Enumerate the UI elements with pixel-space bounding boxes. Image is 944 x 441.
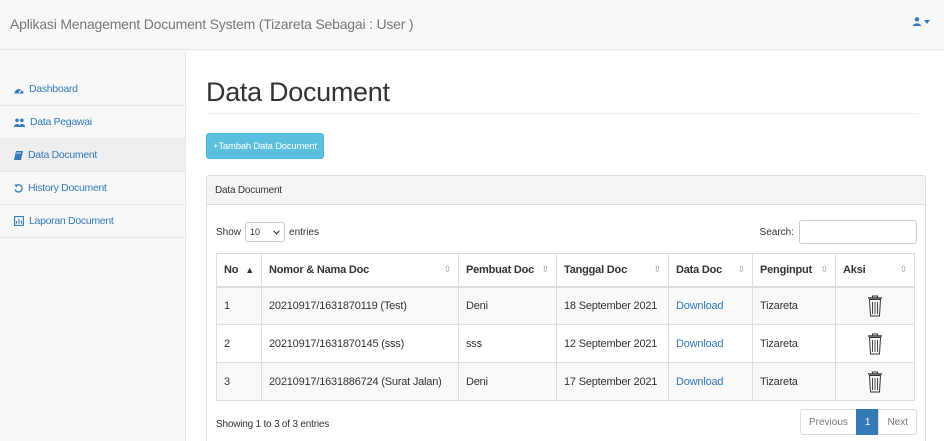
column-header-penginput[interactable]: Penginput ⇳: [752, 253, 836, 288]
sidebar-item-label: Dashboard: [29, 83, 78, 95]
sidebar-item-label: Data Pegawai: [30, 116, 92, 128]
page-title: Data Document: [206, 77, 390, 107]
cell-data-doc: Download: [668, 324, 753, 363]
cell-tanggal: 17 September 2021: [556, 362, 669, 401]
sort-icon: ⇳: [737, 264, 746, 275]
user-icon: [913, 17, 921, 26]
caret-down-icon: [924, 19, 930, 24]
cell-aksi: [835, 324, 915, 363]
entries-length-control: Show 10 entries: [216, 222, 319, 242]
table-row: 2 20210917/1631870145 (sss) sss 12 Septe…: [216, 324, 915, 363]
cell-tanggal: 18 September 2021: [556, 286, 669, 325]
cell-aksi: [835, 286, 915, 325]
trash-icon[interactable]: [867, 371, 883, 393]
title-divider: [206, 113, 919, 114]
app-title[interactable]: Aplikasi Menagement Document System (Tiz…: [10, 16, 414, 32]
entries-select-value: 10: [250, 227, 261, 237]
pagination-next[interactable]: Next: [878, 409, 917, 435]
top-navbar: Aplikasi Menagement Document System (Tiz…: [0, 0, 944, 50]
book-icon: [14, 150, 23, 160]
sort-icon: ⇳: [820, 264, 829, 275]
document-panel: Data Document Show 10 entries Search: No…: [206, 175, 926, 441]
entries-label: entries: [289, 226, 320, 238]
trash-icon[interactable]: [867, 333, 883, 355]
add-document-button[interactable]: +Tambah Data Document: [206, 133, 324, 159]
chevron-down-icon: [273, 229, 280, 235]
cell-no: 3: [216, 362, 262, 401]
report-icon: [14, 216, 24, 226]
cell-nomor: 20210917/1631870119 (Test): [261, 286, 459, 325]
download-link[interactable]: Download: [676, 376, 724, 388]
sort-icon: ⇳: [899, 264, 908, 275]
column-header-pembuat[interactable]: Pembuat Doc ⇳: [458, 253, 557, 288]
sidebar: Dashboard Data Pegawai Data Document His…: [0, 73, 185, 238]
cell-no: 2: [216, 324, 262, 363]
sort-asc-icon: ▲: [245, 264, 254, 275]
pagination-page-1[interactable]: 1: [855, 409, 880, 435]
cell-nomor: 20210917/1631886724 (Surat Jalan): [261, 362, 459, 401]
sidebar-item-data-pegawai[interactable]: Data Pegawai: [0, 106, 185, 139]
history-icon: [14, 183, 23, 193]
cell-penginput: Tizareta: [752, 324, 836, 363]
pagination: Previous 1 Next: [799, 409, 917, 435]
cell-pembuat: sss: [458, 324, 557, 363]
cell-no: 1: [216, 286, 262, 325]
column-header-data-doc[interactable]: Data Doc ⇳: [668, 253, 753, 288]
sort-icon: ⇳: [443, 264, 452, 275]
show-label: Show: [216, 226, 242, 238]
table-row: 3 20210917/1631886724 (Surat Jalan) Deni…: [216, 362, 915, 401]
main-content: Data Document +Tambah Data Document Data…: [185, 51, 944, 441]
table-search: Search:: [760, 220, 917, 244]
sort-icon: ⇳: [541, 264, 550, 275]
cell-pembuat: Deni: [458, 362, 557, 401]
sidebar-item-laporan-document[interactable]: Laporan Document: [0, 205, 185, 238]
panel-heading: Data Document: [207, 176, 925, 205]
cell-penginput: Tizareta: [752, 286, 836, 325]
cell-nomor: 20210917/1631870145 (sss): [261, 324, 459, 363]
table-info: Showing 1 to 3 of 3 entries: [216, 419, 330, 430]
download-link[interactable]: Download: [676, 338, 724, 350]
search-label: Search:: [759, 226, 794, 238]
column-header-nomor[interactable]: Nomor & Nama Doc ⇳: [261, 253, 459, 288]
sidebar-item-label: Laporan Document: [29, 215, 114, 227]
user-menu[interactable]: [913, 17, 930, 26]
sidebar-item-history-document[interactable]: History Document: [0, 172, 185, 205]
sidebar-item-label: History Document: [28, 182, 107, 194]
cell-data-doc: Download: [668, 362, 753, 401]
dashboard-icon: [14, 88, 24, 93]
entries-select[interactable]: 10: [245, 222, 286, 242]
sidebar-item-data-document[interactable]: Data Document: [0, 139, 185, 172]
table-header-row: No ▲ Nomor & Nama Doc ⇳ Pembuat Doc ⇳ Tangg…: [216, 253, 915, 288]
trash-icon[interactable]: [867, 295, 883, 317]
table-row: 1 20210917/1631870119 (Test) Deni 18 Sep…: [216, 286, 915, 325]
sidebar-item-dashboard[interactable]: Dashboard: [0, 73, 185, 106]
search-input[interactable]: [799, 220, 917, 244]
column-header-no[interactable]: No ▲: [216, 253, 262, 288]
download-link[interactable]: Download: [676, 300, 724, 312]
sidebar-item-label: Data Document: [28, 149, 98, 161]
cell-aksi: [835, 362, 915, 401]
cell-data-doc: Download: [668, 286, 753, 325]
pagination-previous[interactable]: Previous: [799, 409, 857, 435]
cell-tanggal: 12 September 2021: [556, 324, 669, 363]
users-icon: [14, 118, 25, 127]
column-header-aksi[interactable]: Aksi ⇳: [835, 253, 915, 288]
cell-pembuat: Deni: [458, 286, 557, 325]
column-header-tanggal[interactable]: Tanggal Doc ⇳: [556, 253, 669, 288]
cell-penginput: Tizareta: [752, 362, 836, 401]
sort-icon: ⇳: [653, 264, 662, 275]
document-table: No ▲ Nomor & Nama Doc ⇳ Pembuat Doc ⇳ Tangg…: [216, 253, 915, 401]
